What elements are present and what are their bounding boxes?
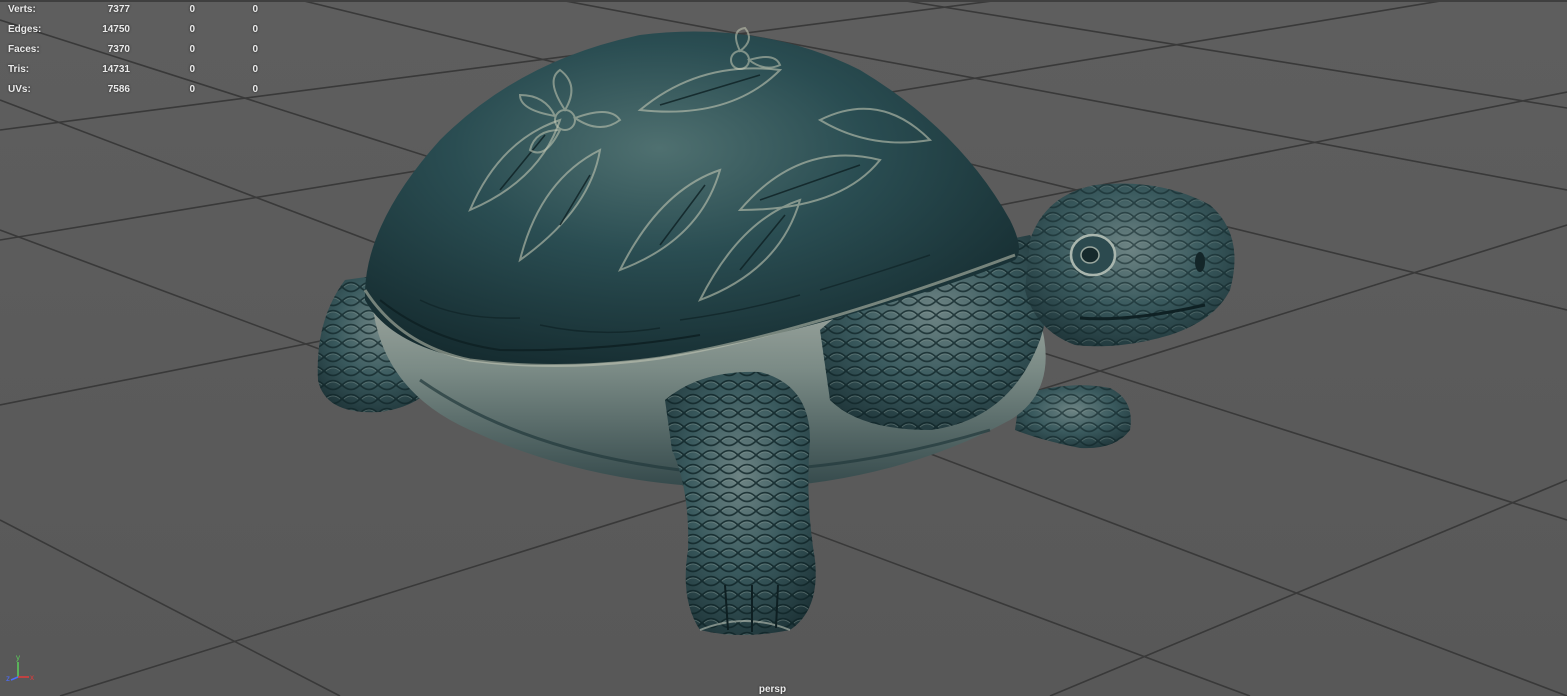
hud-stat-selected: 0 <box>189 44 195 55</box>
hud-stat-label: UVs: <box>8 84 31 95</box>
hud-stat-label: Verts: <box>8 4 36 15</box>
hud-stat-label: Tris: <box>8 64 30 75</box>
hud-row: Tris: 14731 0 0 <box>8 63 258 83</box>
hud-stat-total: 7586 <box>107 84 130 95</box>
hud-stat-extra: 0 <box>252 44 258 55</box>
hud-stat-selected: 0 <box>189 84 195 95</box>
front-left-leg <box>665 371 816 635</box>
axis-z-label: z <box>6 674 10 683</box>
hud-stat-total: 14750 <box>102 24 130 35</box>
hud-stat-label: Faces: <box>8 44 40 55</box>
hud-stat-selected: 0 <box>189 24 195 35</box>
poly-count-hud: Verts: 7377 0 0 Edges: 14750 0 0 Faces: 7370 0 0 Tri… <box>8 3 258 103</box>
turtle-head <box>1025 183 1235 347</box>
hud-stat-total: 7370 <box>107 44 130 55</box>
hud-row: UVs: 7586 0 0 <box>8 83 258 103</box>
turtle-model[interactable] <box>0 0 1567 696</box>
hud-stat-selected: 0 <box>189 64 195 75</box>
axis-x-label: x <box>30 673 34 682</box>
hud-stat-total: 14731 <box>102 64 130 75</box>
hud-row: Edges: 14750 0 0 <box>8 23 258 43</box>
hud-row: Faces: 7370 0 0 <box>8 43 258 63</box>
axis-gizmo: y x z <box>6 653 34 683</box>
hud-stat-extra: 0 <box>252 24 258 35</box>
axis-y-label: y <box>16 653 20 662</box>
hud-stat-label: Edges: <box>8 24 42 35</box>
hud-row: Verts: 7377 0 0 <box>8 3 258 23</box>
hud-stat-selected: 0 <box>189 4 195 15</box>
hud-stat-extra: 0 <box>252 84 258 95</box>
hud-stat-extra: 0 <box>252 64 258 75</box>
hud-stat-extra: 0 <box>252 4 258 15</box>
camera-name-label: persp <box>758 684 787 695</box>
hud-stat-total: 7377 <box>107 4 130 15</box>
axis-z-line <box>10 676 19 681</box>
perspective-viewport[interactable]: Verts: 7377 0 0 Edges: 14750 0 0 Faces: 7370 0 0 Tri… <box>0 0 1567 696</box>
